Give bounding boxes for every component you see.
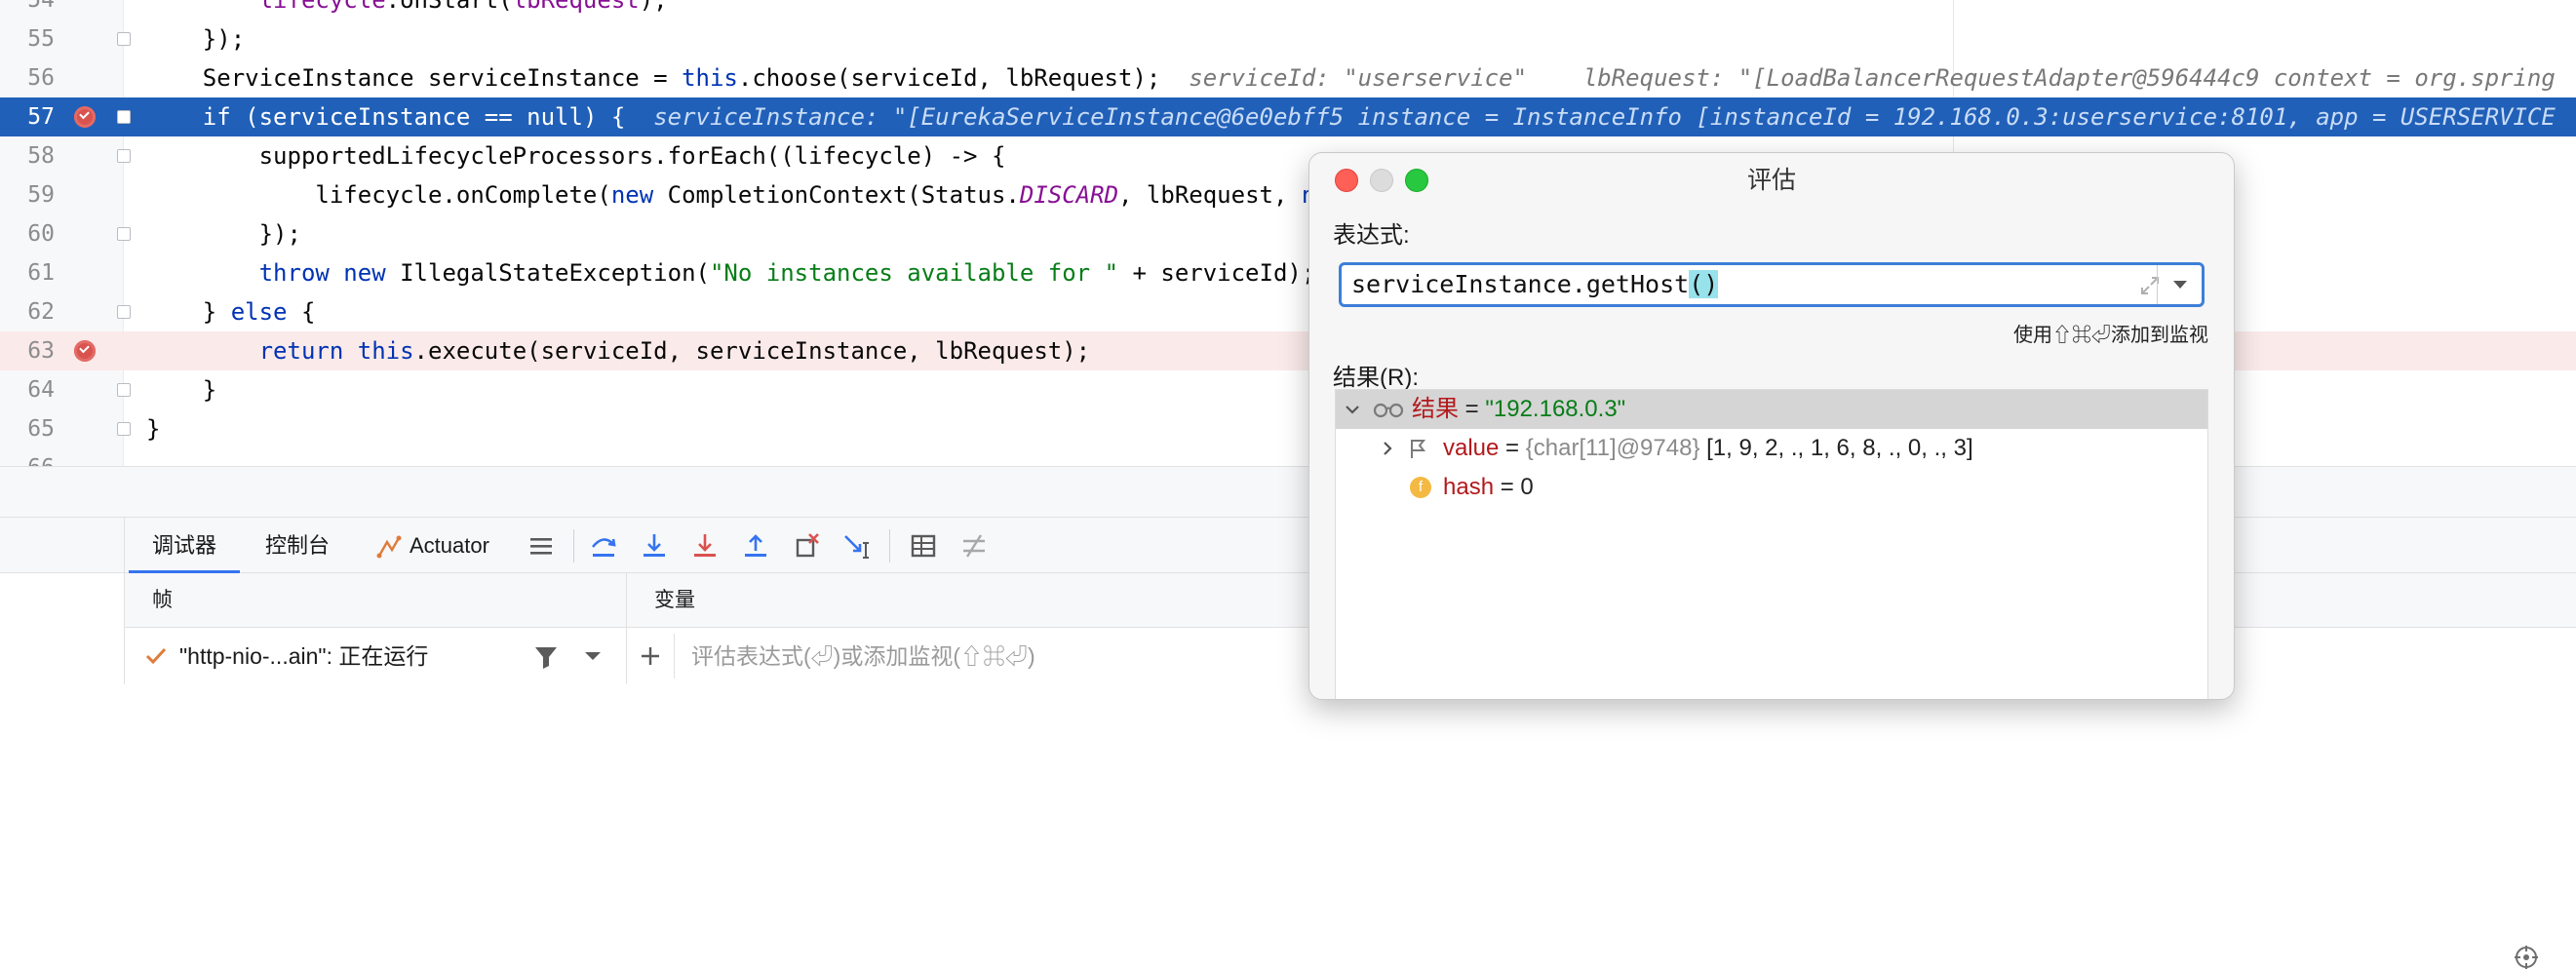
code-line[interactable]: 57 if (serviceInstance == null) { servic… xyxy=(0,97,2576,136)
toolbar-divider xyxy=(573,529,574,563)
thread-selector[interactable]: "http-nio-...ain": 正在运行 xyxy=(125,628,626,684)
field-icon: f xyxy=(1410,477,1431,498)
tab-debugger[interactable]: 调试器 xyxy=(129,518,241,574)
watch-divider xyxy=(674,634,675,679)
drop-frame-icon[interactable] xyxy=(792,531,821,561)
result-child-row[interactable]: f hash = 0 xyxy=(1336,468,2207,507)
run-to-cursor-icon[interactable] xyxy=(842,531,872,561)
line-number: 56 xyxy=(27,65,55,91)
code-text: supportedLifecycleProcessors.forEach((li… xyxy=(146,142,1006,170)
code-text: } xyxy=(146,415,161,443)
expression-text: serviceInstance.getHost() xyxy=(1351,265,1719,304)
frames-panel-header: 帧 xyxy=(125,573,626,628)
code-text: if (serviceInstance == null) { serviceIn… xyxy=(202,103,2556,131)
fold-marker-icon[interactable] xyxy=(117,422,131,436)
variables-title: 变量 xyxy=(654,589,695,611)
line-number: 63 xyxy=(27,338,55,364)
result-name: 结果 xyxy=(1412,396,1459,422)
add-to-watch-hint: 使用⇧⌘⏎添加到监视 xyxy=(2013,325,2208,346)
filter-icon[interactable] xyxy=(532,643,560,671)
line-number: 64 xyxy=(27,377,55,403)
step-over-icon[interactable] xyxy=(589,531,618,561)
breakpoint-icon[interactable] xyxy=(74,340,96,362)
code-line[interactable]: 54 lifecycle.onStart(lbRequest); xyxy=(0,0,2576,19)
evaluate-table-icon[interactable] xyxy=(909,531,938,561)
result-child-row[interactable]: value = {char[11]@9748} [1, 9, 2, ., 1, … xyxy=(1336,429,2207,468)
code-text: return this.execute(serviceId, serviceIn… xyxy=(258,337,1091,365)
line-number: 60 xyxy=(27,221,55,247)
evaluate-dialog: 评估 表达式: serviceInstance.getHost() 使用⇧⌘⏎添… xyxy=(1308,152,2235,700)
code-text: ServiceInstance serviceInstance = this.c… xyxy=(146,64,2556,92)
line-number: 62 xyxy=(27,299,55,325)
chevron-down-icon[interactable] xyxy=(583,649,603,663)
line-number: 61 xyxy=(27,260,55,286)
step-out-icon[interactable] xyxy=(741,531,770,561)
line-number: 65 xyxy=(27,416,55,442)
code-text: throw new IllegalStateException("No inst… xyxy=(258,259,1316,287)
add-watch-icon[interactable] xyxy=(639,644,662,668)
result-label: 结果(R): xyxy=(1333,365,1419,391)
tab-actuator-label: Actuator xyxy=(410,533,489,558)
crosshair-settings-icon[interactable] xyxy=(2514,945,2539,970)
dialog-title: 评估 xyxy=(1746,167,1796,194)
mute-breakpoints-icon[interactable] xyxy=(959,531,989,561)
tab-debugger-label: 调试器 xyxy=(152,533,217,558)
child-type: {char[11]@9748} xyxy=(1525,435,1700,461)
tab-console[interactable]: 控制台 xyxy=(265,518,330,574)
expression-label: 表达式: xyxy=(1333,222,1410,249)
expression-parens: () xyxy=(1689,270,1719,298)
line-number: 58 xyxy=(27,143,55,169)
fold-marker-icon[interactable] xyxy=(117,110,131,124)
expression-method: serviceInstance.getHost xyxy=(1351,270,1690,298)
fold-marker-icon[interactable] xyxy=(117,227,131,241)
code-line[interactable]: 56 ServiceInstance serviceInstance = thi… xyxy=(0,58,2576,97)
fold-marker-icon[interactable] xyxy=(117,383,131,397)
force-step-into-icon[interactable] xyxy=(690,531,720,561)
chevron-down-icon[interactable] xyxy=(1344,401,1361,418)
line-number: 55 xyxy=(27,26,55,52)
thread-label: "http-nio-...ain": 正在运行 xyxy=(179,643,429,669)
frames-title: 帧 xyxy=(152,589,173,611)
tab-actuator[interactable]: Actuator xyxy=(376,518,489,574)
line-number: 59 xyxy=(27,182,55,208)
flag-icon xyxy=(1411,440,1426,458)
toolbar-divider xyxy=(889,529,890,563)
actuator-icon xyxy=(376,535,402,559)
line-number: 57 xyxy=(27,104,55,130)
dialog-titlebar[interactable]: 评估 xyxy=(1309,153,2234,208)
step-into-icon[interactable] xyxy=(640,531,669,561)
fold-marker-icon[interactable] xyxy=(117,32,131,46)
result-value: "192.168.0.3" xyxy=(1485,396,1626,422)
line-number: 54 xyxy=(27,0,55,13)
code-text: }); xyxy=(146,220,301,248)
menu-icon[interactable] xyxy=(527,531,556,561)
result-root-row[interactable]: 结果 = "192.168.0.3" xyxy=(1336,390,2207,429)
result-tree[interactable]: 结果 = "192.168.0.3" value = {char[11]@974… xyxy=(1335,389,2208,699)
code-text: } else { xyxy=(146,298,316,326)
tab-console-label: 控制台 xyxy=(265,533,331,558)
chevron-down-icon xyxy=(2173,281,2187,289)
glasses-icon xyxy=(1373,403,1404,418)
expression-input[interactable]: serviceInstance.getHost() xyxy=(1339,262,2205,307)
child-value: 0 xyxy=(1520,474,1534,500)
expression-history-dropdown[interactable] xyxy=(2157,265,2203,304)
fold-marker-icon[interactable] xyxy=(117,305,131,319)
code-text: lifecycle.onStart(lbRequest); xyxy=(258,0,668,14)
line-number: 66 xyxy=(0,448,55,466)
chevron-right-icon[interactable] xyxy=(1379,440,1396,457)
child-name: value xyxy=(1443,435,1500,461)
code-line[interactable]: 55 }); xyxy=(0,19,2576,58)
code-text: }); xyxy=(146,25,246,53)
child-name: hash xyxy=(1443,474,1495,500)
code-text: } xyxy=(146,376,217,404)
breakpoint-icon[interactable] xyxy=(74,106,96,128)
evaluate-expression-placeholder[interactable]: 评估表达式(⏎)或添加监视(⇧⌘⏎) xyxy=(691,628,1035,684)
checkmark-icon xyxy=(145,647,167,665)
fold-marker-icon[interactable] xyxy=(117,149,131,163)
child-value: [1, 9, 2, ., 1, 6, 8, ., 0, ., 3] xyxy=(1706,435,1973,461)
